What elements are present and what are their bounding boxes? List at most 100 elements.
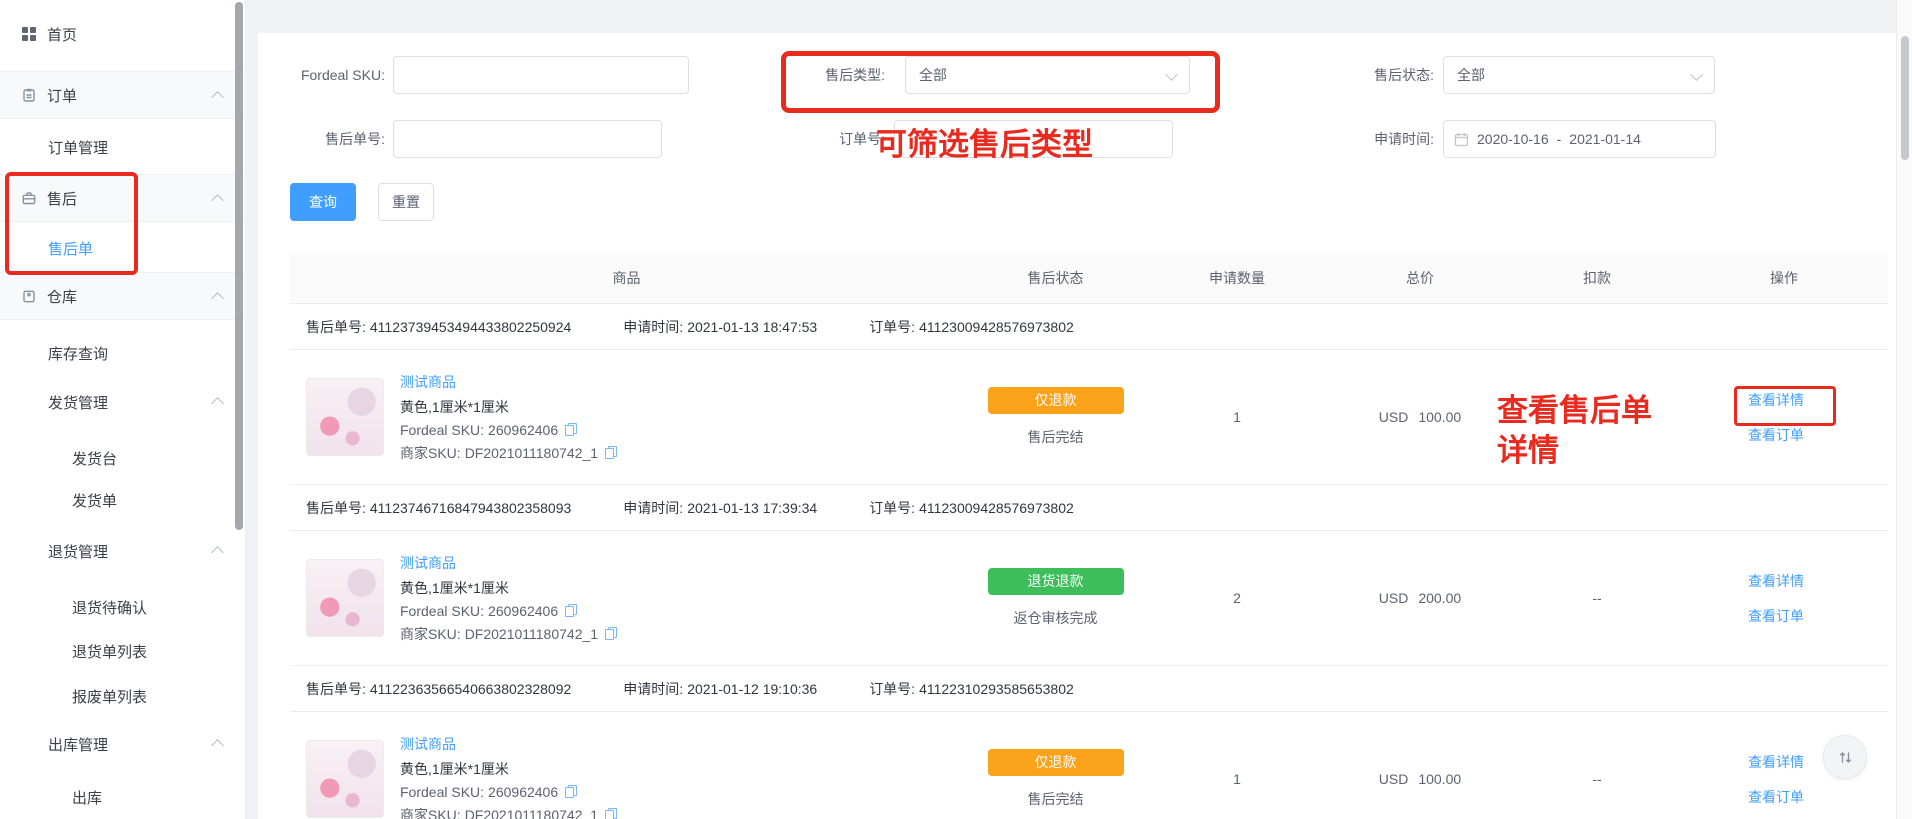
clipboard-icon [22, 88, 36, 102]
product-title-link[interactable]: 测试商品 [400, 734, 617, 754]
status-badge: 仅退款 [988, 749, 1124, 776]
order-no: 41123009428576973802 [919, 319, 1074, 335]
column-settings-float-button[interactable] [1823, 735, 1867, 779]
fordeal-sku-label: Fordeal SKU: [258, 56, 385, 94]
sidebar-item-aftersale[interactable]: 售后 [0, 174, 246, 222]
aftersale-status-select[interactable]: 全部 [1443, 56, 1715, 94]
sidebar-scrollbar-thumb[interactable] [235, 2, 243, 530]
operations: 查看详情 查看订单 [1680, 390, 1888, 445]
copy-icon[interactable] [605, 446, 617, 459]
group-header: 售后单号:41122363566540663802328092 申请时间:202… [290, 666, 1888, 712]
status-badge: 退货退款 [988, 568, 1124, 595]
sidebar-item-order-management[interactable]: 订单管理 [0, 123, 246, 171]
chevron-up-icon [211, 194, 224, 207]
copy-icon[interactable] [605, 808, 617, 819]
status-text: 售后完结 [1028, 789, 1084, 809]
group-header: 售后单号:41123739453494433802250924 申请时间:202… [290, 304, 1888, 350]
product-title-link[interactable]: 测试商品 [400, 553, 617, 573]
product-image[interactable] [306, 740, 384, 818]
sidebar-item-returns-management[interactable]: 退货管理 [0, 527, 246, 575]
deduction: -- [1514, 590, 1680, 606]
sidebar-item-label: 仓库 [47, 286, 77, 307]
sidebar-item-shipping-desk[interactable]: 发货台 [0, 434, 246, 482]
order-no: 41122310293585653802 [919, 681, 1074, 697]
order-no: 41123009428576973802 [919, 500, 1074, 516]
apply-time: 2021-01-12 19:10:36 [687, 681, 817, 697]
sidebar-item-returns-pending[interactable]: 退货待确认 [0, 583, 246, 631]
chevron-up-icon [211, 91, 224, 104]
apply-time: 2021-01-13 17:39:34 [687, 500, 817, 516]
fordeal-sku-input[interactable] [393, 56, 689, 94]
view-order-link[interactable]: 查看订单 [1748, 787, 1804, 807]
tag-icon [22, 289, 36, 303]
chevron-up-icon [211, 397, 224, 410]
sidebar-item-orders[interactable]: 订单 [0, 71, 246, 119]
sidebar-item-outbound-management[interactable]: 出库管理 [0, 720, 246, 768]
aftersale-type-label: 售后类型: [760, 56, 885, 94]
copy-icon[interactable] [565, 785, 577, 798]
grid-icon [22, 27, 36, 41]
chevron-up-icon [211, 292, 224, 305]
order-no-input[interactable] [894, 120, 1173, 158]
view-detail-link[interactable]: 查看详情 [1748, 390, 1804, 410]
copy-icon[interactable] [605, 627, 617, 640]
status-text: 返仓审核完成 [1014, 608, 1098, 628]
chevron-up-icon [211, 546, 224, 559]
aftersale-type-select[interactable]: 全部 [905, 56, 1190, 94]
aftersale-status-label: 售后状态: [1310, 56, 1434, 94]
quantity: 2 [1148, 590, 1326, 606]
sidebar: 首页 订单 订单管理 售后 售后单 仓库 [0, 0, 246, 819]
sidebar-item-scrap-list[interactable]: 报废单列表 [0, 672, 246, 720]
copy-icon[interactable] [565, 423, 577, 436]
chevron-up-icon [211, 739, 224, 752]
group-header: 售后单号:41123746716847943802358093 申请时间:202… [290, 485, 1888, 531]
table-row: 测试商品 黄色,1厘米*1厘米 Fordeal SKU:260962406 商家… [290, 350, 1888, 485]
view-order-link[interactable]: 查看订单 [1748, 606, 1804, 626]
total-price: USD100.00 [1326, 771, 1514, 787]
product-title-link[interactable]: 测试商品 [400, 372, 617, 392]
view-detail-link[interactable]: 查看详情 [1748, 752, 1804, 772]
product-image[interactable] [306, 559, 384, 637]
reset-button[interactable]: 重置 [378, 183, 434, 221]
page-scrollbar[interactable] [1896, 0, 1912, 819]
aftersale-no: 41123739453494433802250924 [370, 319, 571, 335]
sidebar-item-aftersale-orders[interactable]: 售后单 [0, 224, 246, 272]
sidebar-item-warehouse[interactable]: 仓库 [0, 272, 246, 320]
chevron-down-icon [1690, 68, 1703, 81]
sidebar-item-label: 售后 [47, 188, 77, 209]
date-end: 2021-01-14 [1569, 131, 1641, 147]
sidebar-item-outbound[interactable]: 出库 [0, 773, 246, 819]
aftersale-no-input[interactable] [393, 120, 662, 158]
total-price: USD100.00 [1326, 409, 1514, 425]
product-image[interactable] [306, 378, 384, 456]
table-row: 测试商品 黄色,1厘米*1厘米 Fordeal SKU:260962406 商家… [290, 531, 1888, 666]
quantity: 1 [1148, 771, 1326, 787]
sliders-icon [1837, 749, 1854, 766]
page: 首页 订单 订单管理 售后 售后单 仓库 [0, 0, 1912, 819]
product-spec: 黄色,1厘米*1厘米 [400, 759, 617, 779]
aftersale-no-label: 售后单号: [258, 120, 385, 158]
sidebar-item-shipping-management[interactable]: 发货管理 [0, 378, 246, 426]
page-scrollbar-thumb[interactable] [1901, 36, 1909, 160]
total-price: USD200.00 [1326, 590, 1514, 606]
product-spec: 黄色,1厘米*1厘米 [400, 397, 617, 417]
aftersale-table: 商品 售后状态 申请数量 总价 扣款 操作 售后单号:4112373945349… [290, 253, 1888, 819]
view-order-link[interactable]: 查看订单 [1748, 425, 1804, 445]
briefcase-icon [22, 191, 36, 205]
sidebar-item-home[interactable]: 首页 [0, 10, 246, 58]
sidebar-item-inventory-query[interactable]: 库存查询 [0, 329, 246, 377]
view-detail-link[interactable]: 查看详情 [1748, 571, 1804, 591]
content-card: Fordeal SKU: 售后类型: 全部 售后状态: 全部 售后单号: 订单号… [258, 33, 1896, 819]
apply-time: 2021-01-13 18:47:53 [687, 319, 817, 335]
aftersale-no: 41122363566540663802328092 [370, 681, 571, 697]
search-button[interactable]: 查询 [290, 183, 356, 221]
sidebar-item-returns-list[interactable]: 退货单列表 [0, 627, 246, 675]
copy-icon[interactable] [565, 604, 577, 617]
order-no-label: 订单号: [760, 120, 885, 158]
table-header: 商品 售后状态 申请数量 总价 扣款 操作 [290, 253, 1888, 304]
aftersale-no: 41123746716847943802358093 [370, 500, 571, 516]
operations: 查看详情 查看订单 [1680, 571, 1888, 626]
sidebar-item-shipping-orders[interactable]: 发货单 [0, 476, 246, 524]
apply-time-range-picker[interactable]: 2020-10-16 - 2021-01-14 [1443, 120, 1716, 158]
date-separator: - [1557, 131, 1562, 147]
